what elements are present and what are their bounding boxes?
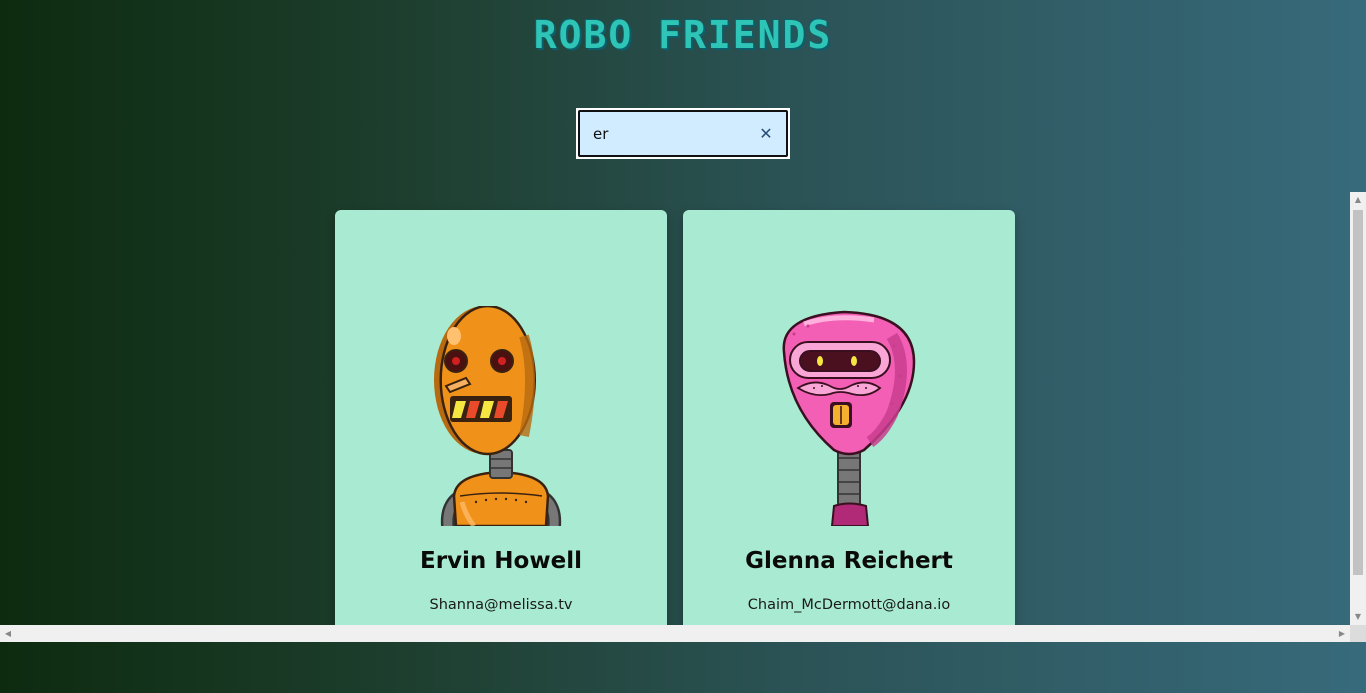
card-list[interactable]: Ervin Howell Shanna@melissa.tv Glenna Re… — [0, 192, 1350, 625]
card-list-viewport: Ervin Howell Shanna@melissa.tv Glenna Re… — [0, 192, 1366, 642]
robot-card: Ervin Howell Shanna@melissa.tv — [335, 210, 667, 625]
robot-email: Chaim_McDermott@dana.io — [747, 597, 951, 613]
robot-email: Shanna@melissa.tv — [429, 597, 573, 613]
vertical-scrollbar[interactable]: ▲ ▼ — [1350, 192, 1366, 625]
scroll-down-icon[interactable]: ▼ — [1350, 609, 1366, 625]
robot-card: Glenna Reichert Chaim_McDermott@dana.io — [683, 210, 1015, 625]
vertical-scroll-thumb[interactable] — [1353, 210, 1363, 575]
scrollbar-corner — [1350, 625, 1366, 642]
horizontal-scrollbar[interactable]: ◀ ▶ — [0, 625, 1350, 642]
robot-name: Glenna Reichert — [745, 548, 953, 574]
close-icon[interactable]: ✕ — [752, 124, 780, 143]
search-field-container: ✕ — [578, 110, 788, 157]
orange-robot-icon — [426, 306, 576, 526]
pink-robot-icon — [774, 306, 924, 526]
search-input[interactable] — [580, 112, 752, 155]
search-box: ✕ — [576, 108, 790, 159]
robot-name: Ervin Howell — [420, 548, 582, 574]
scroll-right-icon[interactable]: ▶ — [1334, 625, 1350, 642]
page-title: ROBO FRIENDS — [533, 13, 833, 57]
scroll-up-icon[interactable]: ▲ — [1350, 192, 1366, 208]
scroll-left-icon[interactable]: ◀ — [0, 625, 16, 642]
